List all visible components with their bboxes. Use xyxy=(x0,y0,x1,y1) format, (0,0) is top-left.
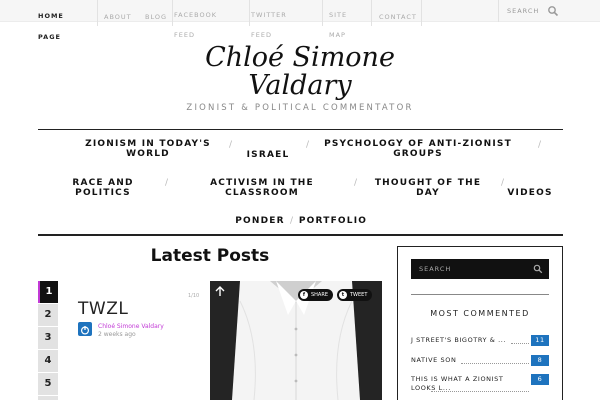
topbar-search[interactable]: SEARCH xyxy=(498,0,600,22)
nav-item-psychology-of-anti-zionist-groups[interactable]: PSYCHOLOGY OF ANTI-ZIONIST GROUPS xyxy=(322,139,514,159)
post-number-tab-2[interactable]: 2 xyxy=(38,304,58,326)
nav-separator: / xyxy=(290,216,294,226)
nav-separator: / xyxy=(306,140,310,150)
post-date: 2 weeks ago xyxy=(98,331,136,338)
author-avatar[interactable] xyxy=(78,322,92,336)
nav-item-videos[interactable]: VIDEOS xyxy=(504,188,556,198)
nav-item-israel[interactable]: ISRAEL xyxy=(244,150,292,160)
tweet-button[interactable]: t TWEET xyxy=(337,289,373,301)
nav-separator: / xyxy=(354,178,358,188)
power-icon xyxy=(80,326,90,335)
dotted-leader xyxy=(511,343,529,344)
twitter-icon: t xyxy=(339,291,347,299)
most-commented-heading: MOST COMMENTED xyxy=(430,309,530,318)
post-number-tab-5[interactable]: 5 xyxy=(38,373,58,395)
topbar-search-label: SEARCH xyxy=(507,7,540,15)
site-title[interactable]: Chloé Simone Valdary xyxy=(0,44,600,100)
topbar-link-blog[interactable]: BLOG xyxy=(145,13,167,21)
topbar-link-about[interactable]: ABOUT xyxy=(104,13,132,21)
most-commented-title: NATIVE SON xyxy=(411,356,457,364)
most-commented-item[interactable]: NATIVE SON 8 xyxy=(411,355,549,366)
nav-item-race-and-politics[interactable]: RACE AND POLITICS xyxy=(66,178,140,198)
search-icon[interactable] xyxy=(533,264,543,274)
comment-count-badge: 8 xyxy=(531,355,549,366)
most-commented-item[interactable]: THIS IS WHAT A ZIONIST LOOKS L... 6 xyxy=(411,374,549,393)
search-icon[interactable] xyxy=(547,5,559,17)
up-arrow-icon[interactable] xyxy=(214,285,226,297)
nav-item-activism-in-the-classroom[interactable]: ACTIVISM IN THE CLASSROOM xyxy=(207,178,317,198)
nav-item-zionism-in-todays-world[interactable]: ZIONISM IN TODAY'S WORLD xyxy=(82,139,214,159)
site-tagline: ZIONIST & POLITICAL COMMENTATOR xyxy=(186,103,414,113)
sidebar-search-input[interactable]: SEARCH xyxy=(411,259,549,279)
facebook-icon: f xyxy=(300,291,308,299)
nav-separator: / xyxy=(501,178,505,188)
most-commented-title: J STREET'S BIGOTRY & ... xyxy=(411,336,507,344)
topbar-divider xyxy=(97,0,98,26)
topbar-divider xyxy=(322,0,323,26)
share-button[interactable]: f SHARE xyxy=(298,289,333,301)
topbar-divider xyxy=(421,0,422,26)
nav-separator: / xyxy=(165,178,169,188)
topbar-divider xyxy=(249,0,250,26)
post-title[interactable]: TWZL xyxy=(78,299,128,319)
nav-separator: / xyxy=(229,140,233,150)
dotted-leader xyxy=(461,363,529,364)
post-number-tabs: 1 2 3 4 5 6 xyxy=(38,281,58,400)
site-title-line-2: Valdary xyxy=(248,70,352,101)
post-author[interactable]: Chloé Simone Valdary xyxy=(98,323,164,330)
comment-count-badge: 6 xyxy=(531,374,549,385)
dotted-leader xyxy=(431,391,529,392)
topbar-link-twitter-feed[interactable]: TWITTER FEED xyxy=(251,5,291,45)
sidebar-search-placeholder: SEARCH xyxy=(419,265,452,273)
topbar-link-home[interactable]: HOME PAGE xyxy=(38,6,74,48)
topbar-link-site-map[interactable]: SITE MAP xyxy=(329,5,349,45)
top-bar: HOME PAGE ABOUT BLOG FACEBOOK FEED TWITT… xyxy=(0,0,600,41)
comment-count-badge: 11 xyxy=(531,335,549,346)
topbar-link-contact[interactable]: CONTACT xyxy=(379,13,417,21)
nav-bottom-rule xyxy=(38,234,563,236)
share-button-label: SHARE xyxy=(311,292,328,298)
nav-separator: / xyxy=(538,140,542,150)
topbar-link-facebook-feed[interactable]: FACEBOOK FEED xyxy=(174,5,224,45)
nav-item-thought-of-the-day[interactable]: THOUGHT OF THE DAY xyxy=(370,178,486,198)
nav-item-ponder[interactable]: PONDER xyxy=(232,216,288,226)
post-number-tab-1[interactable]: 1 xyxy=(38,281,58,303)
nav-item-portfolio[interactable]: PORTFOLIO xyxy=(297,216,369,226)
sidebar-divider xyxy=(411,294,549,295)
site-title-line-1: Chloé Simone xyxy=(205,42,395,73)
post-number-tab-3[interactable]: 3 xyxy=(38,327,58,349)
most-commented-item[interactable]: J STREET'S BIGOTRY & ... 11 xyxy=(411,335,549,346)
topbar-divider xyxy=(172,0,173,26)
post-number-tab-6[interactable]: 6 xyxy=(38,396,58,400)
topbar-divider xyxy=(371,0,372,26)
tweet-button-label: TWEET xyxy=(350,292,368,298)
slide-counter: 1/10 xyxy=(188,293,200,299)
nav-top-rule xyxy=(38,129,563,130)
post-number-tab-4[interactable]: 4 xyxy=(38,350,58,372)
latest-posts-heading: Latest Posts xyxy=(150,246,270,266)
